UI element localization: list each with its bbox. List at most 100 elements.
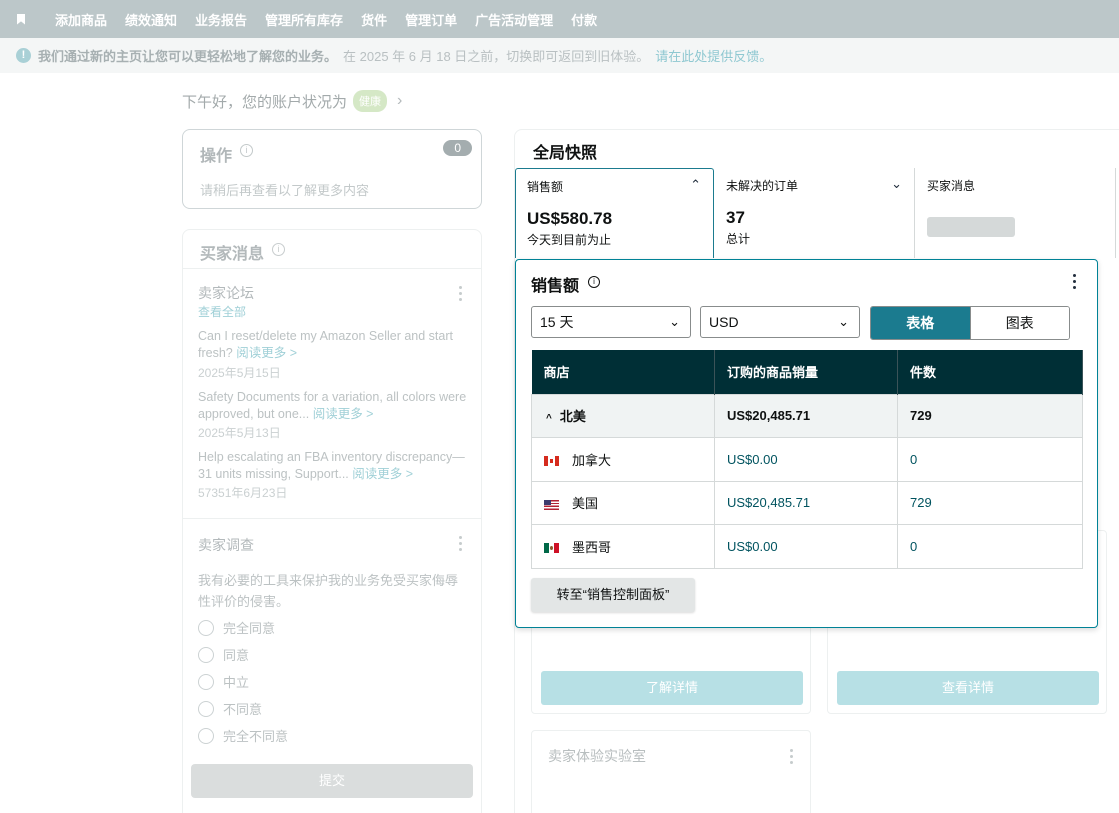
divider (183, 518, 481, 519)
radio-button[interactable] (198, 700, 214, 717)
chevron-down-icon[interactable]: ⌄ (891, 176, 902, 192)
radio-button[interactable] (198, 619, 214, 636)
popover-title: 销售额 (531, 278, 580, 295)
view-details-button[interactable]: 查看详情 (837, 671, 1099, 705)
table-view-button[interactable]: 表格 (871, 307, 970, 339)
forum-post-text: Help escalating an FBA inventory discrep… (198, 450, 465, 481)
read-more-link[interactable]: 阅读更多 > (313, 407, 374, 421)
radio-button[interactable] (198, 673, 214, 690)
store-cell: 加拿大 (531, 437, 715, 482)
survey-option-disagree[interactable]: 不同意 (198, 699, 262, 718)
survey-option-strongly-disagree[interactable]: 完全不同意 (198, 726, 288, 745)
survey-option-neutral[interactable]: 中立 (198, 672, 249, 691)
chevron-down-icon: ⌄ (838, 314, 849, 329)
nav-add-product[interactable]: 添加商品 (55, 10, 107, 29)
info-banner: ! 我们通过新的主页让您可以更轻松地了解您的业务。 在 2025 年 6 月 1… (0, 38, 1119, 73)
actions-card: 操作 i 0 请稍后再查看以了解更多内容 (182, 129, 482, 209)
open-orders-value: 37 (726, 208, 745, 227)
store-name: 加拿大 (572, 452, 612, 468)
survey-title: 卖家调查 (198, 537, 254, 553)
caret-up-icon[interactable]: ^ (546, 413, 552, 424)
survey-submit-button[interactable]: 提交 (191, 764, 473, 798)
feedback-link[interactable]: 请在此处提供反馈。 (655, 46, 772, 65)
mexico-flag-icon (544, 543, 559, 554)
loading-placeholder (927, 217, 1015, 237)
survey-question: 我有必要的工具来保护我的业务免受买家侮辱性评价的侵害。 (198, 573, 459, 609)
table-row[interactable]: ^ 北美 US$20,485.71 729 (531, 393, 1083, 438)
chart-view-button[interactable]: 图表 (969, 307, 1069, 339)
sales-table: 商店 订购的商品销量 件数 ^ 北美 US$20,485.71 729 加拿大 U… (531, 350, 1083, 569)
more-options-icon[interactable] (790, 749, 793, 764)
account-health-greeting[interactable]: 下午好，您的账户状况为 健康 › (182, 90, 402, 112)
us-flag-icon (544, 499, 559, 510)
radio-label: 不同意 (223, 702, 263, 717)
table-row: 加拿大 US$0.00 0 (531, 437, 1083, 482)
forum-view-all-link[interactable]: 查看全部 (198, 303, 246, 320)
radio-label: 完全不同意 (223, 729, 289, 744)
top-nav: 添加商品 绩效通知 业务报告 管理所有库存 货件 管理订单 广告活动管理 付款 (0, 0, 1119, 38)
table-row: 美国 US$20,485.71 729 (531, 480, 1083, 525)
read-more-link[interactable]: 阅读更多 > (352, 467, 413, 481)
panel-title: 买家消息 (200, 246, 265, 263)
tile-sublabel: 总计 (726, 232, 751, 246)
column-header: 商店 (531, 350, 715, 394)
column-header: 件数 (897, 350, 1083, 394)
survey-option-strongly-agree[interactable]: 完全同意 (198, 618, 275, 637)
tile-label: 未解决的订单 (726, 179, 799, 193)
go-to-sales-dashboard-button[interactable]: 转至“销售控制面板” (531, 578, 695, 612)
info-icon[interactable]: i (588, 276, 600, 288)
forum-post[interactable]: Can I reset/delete my Amazon Seller and … (198, 328, 473, 362)
tile-label: 销售额 (527, 180, 564, 194)
open-orders-tile[interactable]: 未解决的订单 ⌄ 37 总计 (715, 168, 915, 258)
table-row: 墨西哥 US$0.00 0 (531, 524, 1083, 569)
sales-cell: US$20,485.71 (714, 480, 898, 525)
nav-payments[interactable]: 付款 (571, 10, 597, 29)
nav-advertising[interactable]: 广告活动管理 (475, 10, 553, 29)
nav-performance-notifications[interactable]: 绩效通知 (125, 10, 177, 29)
chevron-right-icon: › (397, 92, 403, 109)
info-icon[interactable]: i (272, 243, 285, 256)
nav-manage-inventory[interactable]: 管理所有库存 (265, 10, 343, 29)
store-name: 墨西哥 (572, 539, 612, 555)
radio-button[interactable] (198, 727, 214, 744)
learn-more-button[interactable]: 了解详情 (541, 671, 803, 705)
banner-text: 在 2025 年 6 月 18 日之前，切换即可返回到旧体验。 (343, 49, 650, 64)
seller-lab-card: 卖家体验实验室 (531, 730, 811, 813)
info-icon: ! (16, 48, 31, 63)
actions-subtitle: 请稍后再查看以了解更多内容 (200, 183, 370, 198)
seller-lab-title: 卖家体验实验室 (548, 748, 646, 764)
tile-label: 买家消息 (927, 179, 976, 193)
store-name: 美国 (572, 496, 599, 512)
bookmark-icon[interactable] (17, 13, 25, 25)
forum-post[interactable]: Safety Documents for a variation, all co… (198, 389, 473, 423)
survey-option-agree[interactable]: 同意 (198, 645, 249, 664)
more-options-icon[interactable] (459, 286, 462, 301)
info-icon[interactable]: i (240, 144, 253, 157)
actions-count-badge: 0 (443, 140, 472, 156)
radio-button[interactable] (198, 646, 214, 663)
units-cell: 0 (897, 524, 1083, 569)
actions-title: 操作 (200, 148, 233, 165)
forum-post-date: 2025年5月15日 (198, 366, 281, 380)
currency-select[interactable]: USD ⌄ (700, 306, 860, 338)
units-cell: 0 (897, 437, 1083, 482)
read-more-link[interactable]: 阅读更多 > (236, 346, 297, 360)
more-options-icon[interactable] (459, 536, 462, 551)
nav-business-reports[interactable]: 业务报告 (195, 10, 247, 29)
column-header: 订购的商品销量 (714, 350, 898, 394)
more-options-icon[interactable] (1073, 274, 1076, 289)
nav-manage-orders[interactable]: 管理订单 (405, 10, 457, 29)
sales-tile[interactable]: 销售额 ⌃ US$580.78 今天到目前为止 (515, 168, 714, 258)
buyer-messages-tile[interactable]: 买家消息 (916, 168, 1116, 258)
units-cell: 729 (897, 480, 1083, 525)
sales-popover: 销售额 i 15 天 ⌄ USD ⌄ 表格 图表 商店 订购的商品销量 件数 ^… (515, 259, 1098, 628)
forum-post[interactable]: Help escalating an FBA inventory discrep… (198, 449, 473, 483)
nav-shipments[interactable]: 货件 (361, 10, 387, 29)
period-select[interactable]: 15 天 ⌄ (531, 306, 691, 338)
store-cell[interactable]: ^ 北美 (531, 393, 715, 438)
currency-value: USD (709, 314, 739, 330)
chevron-up-icon[interactable]: ⌃ (690, 177, 701, 193)
store-cell: 美国 (531, 480, 715, 525)
period-value: 15 天 (540, 314, 574, 330)
sales-value: US$580.78 (527, 209, 613, 228)
